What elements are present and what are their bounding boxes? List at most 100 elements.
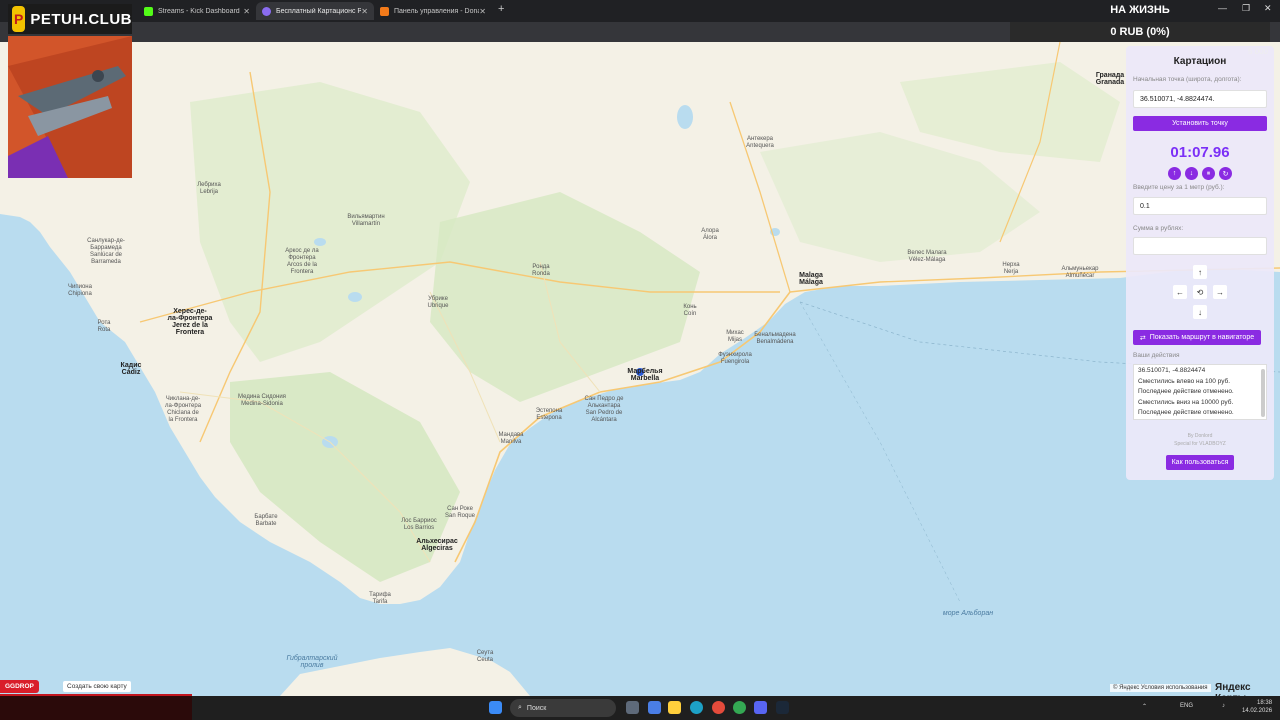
map-label: Тарифа Tarifa bbox=[369, 592, 391, 605]
map-label: Алора Álora bbox=[701, 228, 719, 241]
up-circle-icon[interactable]: ↑ bbox=[1168, 167, 1181, 180]
arrow-up-button[interactable]: ↑ bbox=[1193, 265, 1207, 279]
map-label: Медина Сидония Medina-Sidonia bbox=[238, 394, 286, 407]
map-label: Ронда Ronda bbox=[532, 264, 550, 277]
weapon-art bbox=[8, 36, 132, 178]
tab-kick[interactable]: Streams - Kick Dashboard ✕ bbox=[138, 2, 256, 20]
create-map-link[interactable]: Создать свою карту bbox=[63, 681, 131, 692]
kick-icon bbox=[144, 6, 153, 16]
start-point-input[interactable]: 36.510071, -4.8824474. bbox=[1133, 90, 1267, 108]
tab-kartacion[interactable]: Бесплатный Картационс Расст ✕ bbox=[256, 2, 374, 20]
map-label: Аркос де ла Фронтера Arcos de la Frontera bbox=[285, 248, 319, 275]
clock-time: 18:38 bbox=[1257, 700, 1273, 706]
arrow-left-button[interactable]: ← bbox=[1173, 285, 1187, 299]
down-circle-icon[interactable]: ↓ bbox=[1185, 167, 1198, 180]
show-route-button[interactable]: ⇄ Показать маршрут в навигаторе bbox=[1133, 330, 1261, 345]
map-label: Фуэнхирола Fuengirola bbox=[718, 352, 752, 365]
volume-icon[interactable]: ♪ bbox=[1222, 703, 1225, 709]
tab-label: Streams - Kick Dashboard bbox=[158, 7, 240, 15]
arrow-down-button[interactable]: ↓ bbox=[1193, 305, 1207, 319]
map-label: Барбате Barbate bbox=[254, 514, 278, 527]
windows-start-icon[interactable] bbox=[489, 701, 502, 714]
map-label: Чипиона Chipiona bbox=[68, 284, 92, 297]
arrow-right-button[interactable]: → bbox=[1213, 285, 1227, 299]
new-tab-icon[interactable]: + bbox=[498, 3, 504, 15]
log-scrollbar[interactable] bbox=[1261, 369, 1265, 417]
timer: 01:07.96 bbox=[1170, 144, 1230, 161]
actions-log[interactable]: 36.510071, -4.8824474 Сместились влево н… bbox=[1133, 364, 1267, 420]
browser-tab-bar: Streams - Kick Dashboard ✕ Бесплатный Ка… bbox=[0, 0, 1280, 22]
panel-corner-value: 5 000 bbox=[1247, 47, 1268, 56]
log-entry: Сместились вниз на 10000 руб. bbox=[1138, 398, 1234, 406]
map-label: Михас Mijas bbox=[726, 330, 744, 343]
language-indicator[interactable]: ENG bbox=[1180, 703, 1193, 709]
discord-icon[interactable] bbox=[754, 701, 767, 714]
map-label: Альхесирас Algeciras bbox=[416, 538, 458, 552]
sum-label: Сумма в рублях: bbox=[1133, 225, 1184, 232]
tab-label: Бесплатный Картационс Расст bbox=[276, 7, 362, 15]
steam-icon[interactable] bbox=[776, 701, 789, 714]
sum-input[interactable] bbox=[1133, 237, 1267, 255]
goal-title: НА ЖИЗНЬ bbox=[1110, 4, 1170, 16]
reset-icon[interactable]: ↻ bbox=[1219, 167, 1232, 180]
task-view-icon[interactable] bbox=[626, 701, 639, 714]
map-label: Херес-де-ла-Фронтера Jerez de la Frontera bbox=[167, 308, 213, 336]
close-tab-icon[interactable]: ✕ bbox=[243, 7, 250, 16]
tab-label: Панель управления - Donatio bbox=[394, 7, 480, 15]
map-label: Кадис Cádiz bbox=[120, 362, 142, 376]
chrome-icon[interactable] bbox=[733, 701, 746, 714]
map-label: Мандава Manilva bbox=[498, 432, 524, 445]
kartacion-panel: 5 000 Картацион Начальная точка (широта,… bbox=[1126, 46, 1274, 480]
pause-icon[interactable]: ⏸ bbox=[1202, 167, 1215, 180]
rooster-logo-icon: P bbox=[12, 6, 26, 32]
search-icon: ⌕ bbox=[518, 704, 522, 711]
map-copyright[interactable]: © Яндекс Условия использования bbox=[1110, 684, 1211, 692]
map-label: Конь Coín bbox=[683, 304, 697, 317]
actions-label: Ваши действия bbox=[1133, 352, 1180, 359]
credits-author: By Donlord bbox=[1187, 433, 1213, 439]
map-label: Рота Rota bbox=[97, 320, 111, 333]
clock[interactable]: 18:38 14.02.2026 bbox=[1242, 699, 1272, 715]
map-label: Альмуньекар Almuñécar bbox=[1061, 266, 1099, 279]
map-label: Сан Роке San Roque bbox=[444, 506, 476, 519]
undo-button[interactable]: ⟲ bbox=[1193, 285, 1207, 299]
how-to-use-button[interactable]: Как пользоваться bbox=[1166, 455, 1234, 470]
close-tab-icon[interactable]: ✕ bbox=[361, 7, 368, 16]
overlay-red-bar bbox=[0, 694, 192, 720]
show-route-label: Показать маршрут в навигаторе bbox=[1149, 334, 1255, 341]
map-label: Антекера Antequera bbox=[746, 136, 774, 149]
taskbar-search[interactable]: ⌕ Поиск bbox=[510, 699, 616, 717]
log-entry: 36.510071, -4.8824474 bbox=[1138, 367, 1206, 374]
log-entry: Сместились влево на 100 руб. bbox=[1138, 377, 1231, 385]
yandex-map[interactable]: Malaga Málaga Марбелья Marbella Херес-де-л… bbox=[0, 42, 1280, 696]
price-label: Введите цену за 1 метр (руб.): bbox=[1133, 184, 1225, 191]
close-tab-icon[interactable]: ✕ bbox=[479, 7, 486, 16]
edge-icon[interactable] bbox=[690, 701, 703, 714]
search-label: Поиск bbox=[526, 704, 547, 712]
set-point-button[interactable]: Установить точку bbox=[1133, 116, 1267, 131]
widgets-icon[interactable] bbox=[648, 701, 661, 714]
ggdrop-badge: GGDROP bbox=[0, 680, 39, 693]
minimize-icon[interactable]: — bbox=[1218, 3, 1227, 13]
map-label: Санлукар-де- Баррамеда Sanlúcar de Barramed… bbox=[87, 238, 125, 265]
windows-taskbar: ⌕ Поиск ⌃ ENG ♪ 18:38 14.02.2026 bbox=[192, 696, 1280, 720]
clock-date: 14.02.2026 bbox=[1242, 708, 1273, 714]
close-window-icon[interactable]: ✕ bbox=[1264, 3, 1272, 14]
weapon-skin-image bbox=[8, 36, 132, 178]
route-icon: ⇄ bbox=[1139, 334, 1146, 342]
app-icon[interactable] bbox=[712, 701, 725, 714]
tab-donation[interactable]: Панель управления - Donatio ✕ bbox=[374, 2, 492, 20]
map-label: Сеута Ceuta bbox=[476, 650, 494, 663]
tray-chevron-icon[interactable]: ⌃ bbox=[1142, 703, 1147, 710]
map-label: Лебриха Lebrija bbox=[197, 182, 221, 195]
price-input[interactable]: 0.1 bbox=[1133, 197, 1267, 215]
site-icon bbox=[262, 6, 271, 16]
log-entry: Последнее действие отменено. bbox=[1138, 388, 1234, 395]
map-label: Malaga Málaga bbox=[799, 272, 823, 286]
map-label: Бенальмадена Benalmádena bbox=[754, 332, 796, 345]
maximize-icon[interactable]: ❐ bbox=[1242, 3, 1250, 14]
file-explorer-icon[interactable] bbox=[668, 701, 681, 714]
map-label: море Альборан bbox=[942, 610, 994, 617]
map-label: Убрике Ubrique bbox=[427, 296, 449, 309]
goal-progress: 0 RUB (0%) bbox=[1010, 22, 1270, 42]
